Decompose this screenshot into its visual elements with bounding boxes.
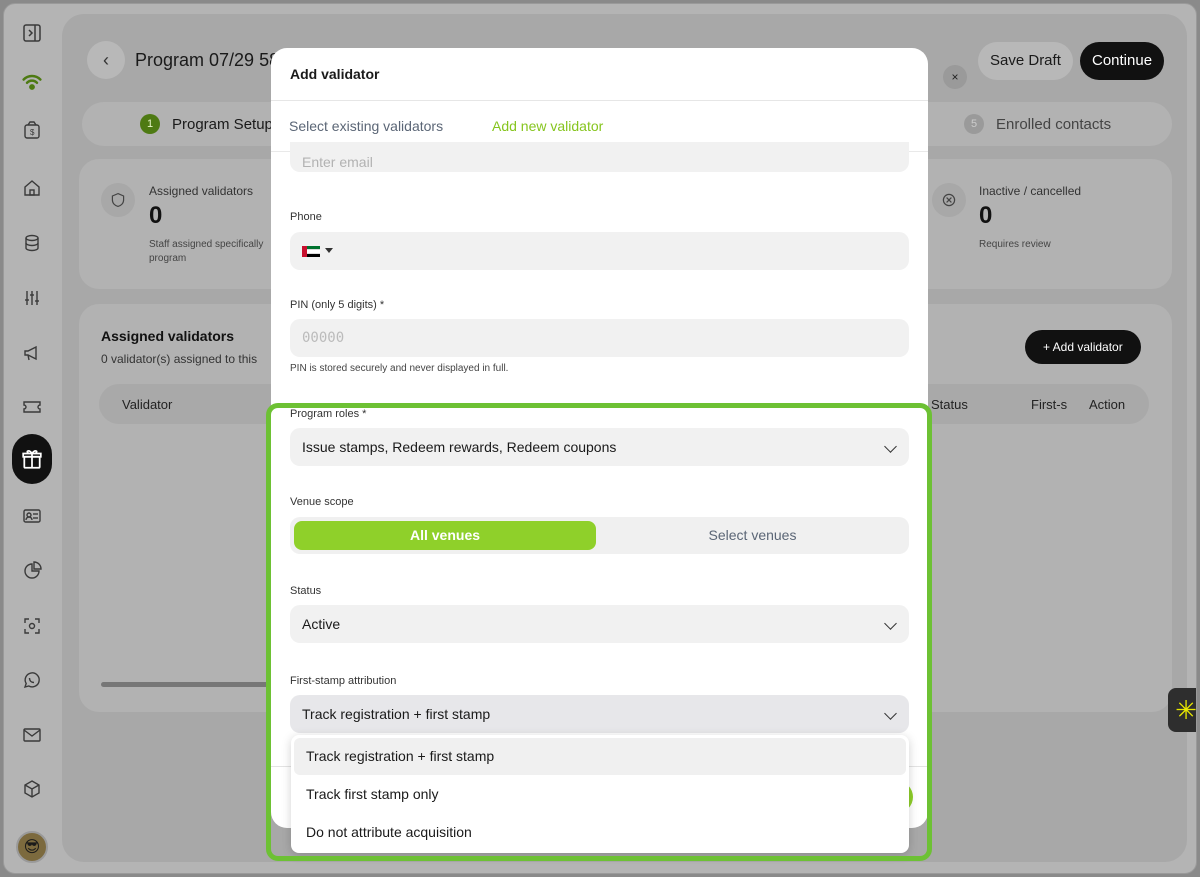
dropdown-option[interactable]: Track registration + first stamp bbox=[294, 738, 906, 775]
status-label: Status bbox=[290, 585, 322, 597]
pin-placeholder: 00000 bbox=[302, 330, 345, 346]
stat-sub: Staff assigned specifically program bbox=[149, 239, 264, 264]
scan-icon[interactable] bbox=[18, 612, 46, 640]
program-roles-select[interactable]: Issue stamps, Redeem rewards, Redeem cou… bbox=[290, 428, 909, 466]
id-card-icon[interactable] bbox=[18, 502, 46, 530]
chevron-down-icon bbox=[884, 707, 897, 720]
phone-label: Phone bbox=[290, 211, 322, 223]
column-header[interactable]: First-s bbox=[1031, 397, 1067, 412]
megaphone-icon[interactable] bbox=[18, 339, 46, 367]
attribution-label: First-stamp attribution bbox=[290, 675, 397, 687]
attribution-select[interactable]: Track registration + first stamp bbox=[290, 695, 909, 733]
step-number: 1 bbox=[140, 114, 160, 134]
email-placeholder: Enter email bbox=[302, 154, 373, 170]
column-header[interactable]: Action bbox=[1089, 397, 1125, 412]
cancel-circle-icon bbox=[932, 183, 966, 217]
column-header[interactable]: Status bbox=[931, 397, 968, 412]
step-label: Program Setup bbox=[172, 115, 273, 133]
add-validator-modal: Add validator Select existing validators… bbox=[271, 48, 928, 828]
add-validator-button[interactable]: + Add validator bbox=[1025, 330, 1141, 364]
select-venues-option[interactable]: Select venues bbox=[600, 521, 905, 550]
dropdown-option[interactable]: Track first stamp only bbox=[294, 776, 906, 813]
modal-title: Add validator bbox=[290, 66, 380, 82]
database-icon[interactable] bbox=[18, 229, 46, 257]
continue-button[interactable]: Continue bbox=[1080, 42, 1165, 80]
venue-scope-toggle: All venues Select venues bbox=[290, 517, 909, 554]
attribution-value: Track registration + first stamp bbox=[302, 706, 491, 722]
divider bbox=[271, 100, 928, 101]
shield-icon bbox=[101, 183, 135, 217]
tab-add-new[interactable]: Add new validator bbox=[492, 118, 603, 134]
stat-value: 0 bbox=[149, 202, 163, 229]
step-number: 5 bbox=[964, 114, 984, 134]
roles-label: Program roles * bbox=[290, 408, 367, 420]
dropdown-option[interactable]: Do not attribute acquisition bbox=[294, 814, 906, 851]
column-header[interactable]: Validator bbox=[122, 397, 172, 412]
pie-chart-icon[interactable] bbox=[18, 557, 46, 585]
roles-value: Issue stamps, Redeem rewards, Redeem cou… bbox=[302, 439, 617, 455]
avatar[interactable]: 😎 bbox=[16, 831, 48, 863]
ticket-icon[interactable] bbox=[18, 393, 46, 421]
cube-icon[interactable] bbox=[18, 775, 46, 803]
save-draft-button[interactable]: Save Draft bbox=[978, 42, 1073, 80]
step-program-setup[interactable]: 1 Program Setup bbox=[140, 114, 273, 134]
pin-label: PIN (only 5 digits) * bbox=[290, 299, 385, 311]
stat-label: Inactive / cancelled bbox=[979, 184, 1082, 198]
sliders-icon[interactable] bbox=[18, 284, 46, 312]
stat-sub: Requires review bbox=[979, 239, 1051, 250]
all-venues-option[interactable]: All venues bbox=[294, 521, 596, 550]
attribution-dropdown: Track registration + first stamp Track f… bbox=[291, 735, 909, 853]
section-title: Assigned validators bbox=[101, 328, 235, 344]
svg-text:$: $ bbox=[30, 128, 35, 137]
sidebar-toggle-icon[interactable] bbox=[18, 19, 46, 47]
pin-help-text: PIN is stored securely and never display… bbox=[290, 363, 509, 374]
caret-down-icon[interactable] bbox=[325, 248, 333, 253]
stat-label: Assigned validators bbox=[149, 184, 254, 198]
wifi-logo-icon bbox=[18, 68, 46, 96]
asterisk-icon[interactable]: ✳ bbox=[1168, 688, 1196, 732]
chevron-left-icon: ‹ bbox=[103, 49, 109, 70]
tab-select-existing[interactable]: Select existing validators bbox=[289, 118, 443, 134]
phone-field[interactable] bbox=[290, 232, 909, 270]
chevron-down-icon bbox=[884, 617, 897, 630]
home-icon[interactable] bbox=[18, 174, 46, 202]
pin-field[interactable]: 00000 bbox=[290, 319, 909, 357]
status-value: Active bbox=[302, 616, 341, 632]
mail-icon[interactable] bbox=[18, 721, 46, 749]
status-select[interactable]: Active bbox=[290, 605, 909, 643]
stat-value: 0 bbox=[979, 202, 993, 229]
sidebar: $ 😎 bbox=[4, 4, 62, 873]
back-button[interactable]: ‹ bbox=[87, 41, 125, 79]
gift-icon[interactable] bbox=[12, 434, 52, 484]
step-label: Enrolled contacts bbox=[996, 115, 1112, 133]
uae-flag-icon[interactable] bbox=[302, 246, 320, 257]
page-title: Program 07/29 585 bbox=[135, 50, 290, 70]
horizontal-scrollbar[interactable] bbox=[101, 682, 281, 687]
step-enrolled-contacts[interactable]: 5 Enrolled contacts bbox=[964, 114, 1111, 134]
close-icon[interactable]: × bbox=[943, 65, 967, 89]
whatsapp-icon[interactable] bbox=[18, 666, 46, 694]
chevron-down-icon bbox=[884, 440, 897, 453]
wallet-icon[interactable]: $ bbox=[18, 116, 46, 144]
venue-label: Venue scope bbox=[290, 496, 354, 508]
email-field[interactable]: Enter email bbox=[290, 142, 909, 172]
section-subtitle: 0 validator(s) assigned to this bbox=[101, 352, 258, 366]
